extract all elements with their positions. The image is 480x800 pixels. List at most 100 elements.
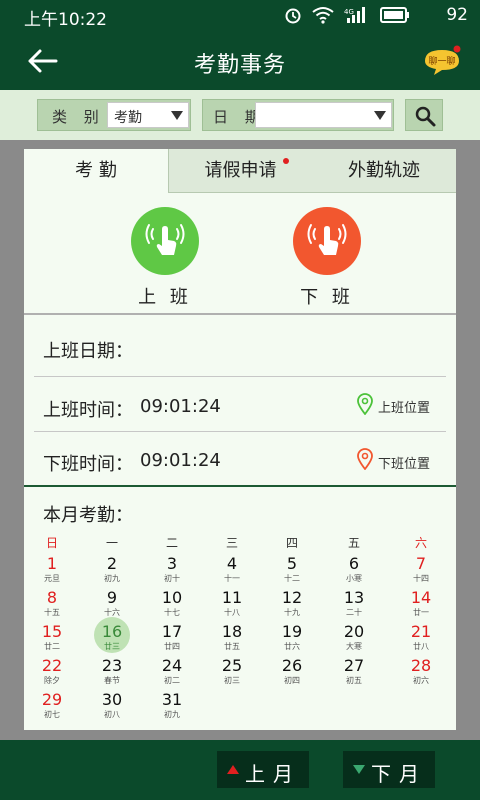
- day-number: 2: [106, 554, 118, 573]
- calendar-day[interactable]: 25 初三: [212, 657, 252, 686]
- calendar-day[interactable]: 8 十五: [32, 589, 72, 618]
- tab-attendance[interactable]: 考 勤: [24, 149, 168, 193]
- lunar-date: 十五: [44, 608, 60, 617]
- day-number: 9: [106, 588, 118, 607]
- search-button[interactable]: [405, 99, 443, 131]
- day-number: 26: [281, 656, 303, 675]
- alarm-icon: [284, 6, 302, 29]
- lunar-date: 廿二: [44, 642, 60, 651]
- touch-icon: [145, 224, 185, 255]
- day-number: 1: [46, 554, 58, 573]
- lunar-date: 初二: [164, 676, 180, 685]
- clock-out-time-value: 09:01:24: [140, 450, 221, 471]
- tab-bar: 考 勤 请假申请 外勤轨迹: [24, 149, 456, 193]
- divider: [24, 485, 456, 487]
- calendar-day[interactable]: 19 廿六: [272, 623, 312, 652]
- date-filter: 日 期: [202, 99, 394, 131]
- clock-in-location-link[interactable]: 上班位置: [378, 397, 430, 416]
- calendar-day[interactable]: 24 初二: [152, 657, 192, 686]
- lunar-date: 初六: [413, 676, 429, 685]
- next-month-label: 下月: [371, 762, 427, 786]
- calendar-day[interactable]: 14 廿一: [401, 589, 441, 618]
- calendar-day[interactable]: 12 十九: [272, 589, 312, 618]
- day-number: 22: [41, 656, 63, 675]
- day-number: 31: [161, 690, 183, 709]
- next-month-button[interactable]: 下月: [343, 751, 435, 788]
- calendar-day[interactable]: 10 十七: [152, 589, 192, 618]
- battery-level: 92: [446, 5, 468, 25]
- weekday-header: 四: [285, 536, 298, 550]
- calendar-day[interactable]: 16 廿三: [92, 617, 132, 653]
- clock-out-location-link[interactable]: 下班位置: [378, 453, 430, 472]
- prev-month-button[interactable]: 上月: [217, 751, 309, 788]
- category-select[interactable]: 考勤: [107, 102, 189, 128]
- tab-label: 请假申请: [204, 160, 277, 181]
- tab-label: 考 勤: [75, 160, 117, 181]
- calendar-day[interactable]: 13 二十: [334, 589, 374, 618]
- day-number: 20: [343, 622, 365, 641]
- bottom-nav: 上月 下月: [0, 740, 480, 800]
- attendance-card: 考 勤 请假申请 外勤轨迹 上 班 下 班 上班日期： 上班时间： 09:01:…: [24, 149, 456, 730]
- day-number: 11: [221, 588, 243, 607]
- calendar-day[interactable]: 6 小寒: [334, 555, 374, 584]
- calendar-day[interactable]: 5 十二: [272, 555, 312, 584]
- day-number: 27: [343, 656, 365, 675]
- clock-in-date-label: 上班日期：: [43, 341, 133, 362]
- tab-label: 外勤轨迹: [348, 160, 420, 181]
- clock-out-time-label: 下班时间：: [43, 454, 133, 475]
- clock-out-label: 下 班: [300, 287, 354, 308]
- date-select[interactable]: [255, 102, 392, 128]
- calendar-day[interactable]: 26 初四: [272, 657, 312, 686]
- category-label: 类 别: [52, 108, 105, 126]
- calendar-day[interactable]: 29 初七: [32, 691, 72, 720]
- chat-button[interactable]: 聊一聊: [422, 44, 462, 78]
- triangle-down-icon: [353, 765, 365, 774]
- divider: [24, 313, 456, 315]
- location-pin-icon: [357, 448, 373, 470]
- lunar-date: 十一: [224, 574, 240, 583]
- calendar-day[interactable]: 31 初九: [152, 691, 192, 720]
- calendar-day[interactable]: 15 廿二: [32, 623, 72, 652]
- prev-month-label: 上月: [245, 762, 301, 786]
- app-header: 考勤事务 聊一聊: [0, 32, 480, 90]
- calendar-day[interactable]: 4 十一: [212, 555, 252, 584]
- clock-in-time-value: 09:01:24: [140, 396, 221, 417]
- tab-field-track[interactable]: 外勤轨迹: [312, 149, 456, 193]
- calendar-day[interactable]: 21 廿八: [401, 623, 441, 652]
- calendar-day[interactable]: 30 初八: [92, 691, 132, 720]
- clock-out-button[interactable]: [293, 207, 361, 275]
- weekday-header: 六: [414, 536, 427, 550]
- calendar-day[interactable]: 1 元旦: [32, 555, 72, 584]
- calendar-day[interactable]: 17 廿四: [152, 623, 192, 652]
- calendar-day[interactable]: 28 初六: [401, 657, 441, 686]
- calendar-day[interactable]: 3 初十: [152, 555, 192, 584]
- divider: [34, 431, 446, 432]
- chevron-down-icon: [171, 111, 183, 120]
- calendar-day[interactable]: 27 初五: [334, 657, 374, 686]
- calendar-day[interactable]: 2 初九: [92, 555, 132, 584]
- lunar-date: 廿八: [413, 642, 429, 651]
- divider: [34, 376, 446, 377]
- status-time: 上午10:22: [24, 10, 107, 30]
- wifi-icon: [312, 6, 334, 29]
- calendar-day[interactable]: 11 十八: [212, 589, 252, 618]
- calendar-day[interactable]: 23 春节: [92, 657, 132, 686]
- lunar-date: 初三: [224, 676, 240, 685]
- day-number: 3: [166, 554, 178, 573]
- calendar-day[interactable]: 22 除夕: [32, 657, 72, 686]
- calendar-day[interactable]: 9 十六: [92, 589, 132, 618]
- calendar-day[interactable]: 7 十四: [401, 555, 441, 584]
- category-value: 考勤: [114, 110, 142, 126]
- calendar-day[interactable]: 18 廿五: [212, 623, 252, 652]
- calendar-day[interactable]: 20 大寒: [334, 623, 374, 652]
- clock-in-button[interactable]: [131, 207, 199, 275]
- day-number: 29: [41, 690, 63, 709]
- weekday-header: 二: [165, 536, 178, 550]
- day-number: 30: [101, 690, 123, 709]
- touch-icon: [307, 224, 347, 255]
- tab-leave-request[interactable]: 请假申请: [168, 149, 312, 193]
- weekday-header: 五: [347, 536, 360, 550]
- lunar-date: 初九: [164, 710, 180, 719]
- lunar-date: 十七: [164, 608, 180, 617]
- lunar-date: 十八: [224, 608, 240, 617]
